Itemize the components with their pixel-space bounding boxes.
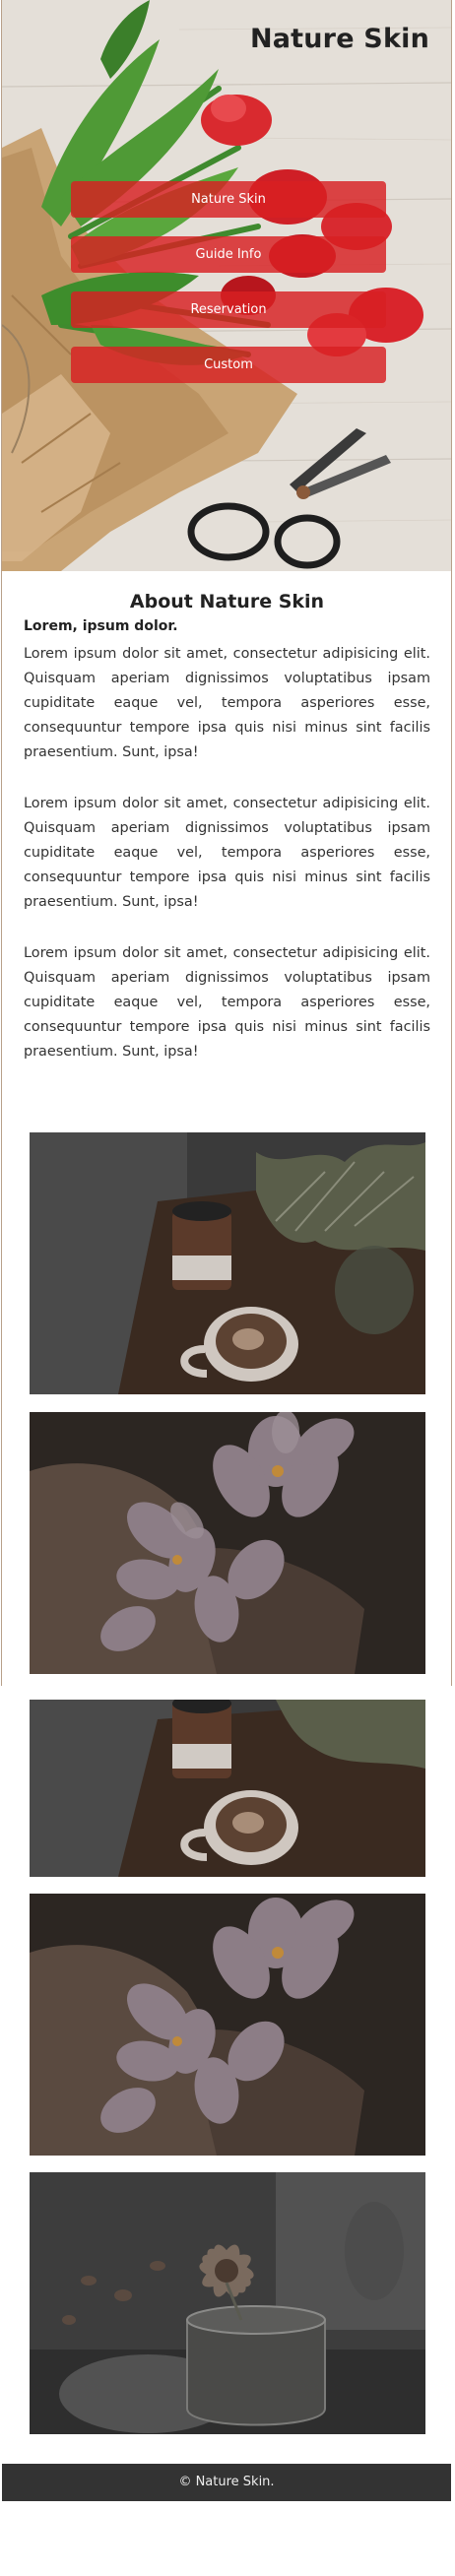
about-paragraph: Lorem ipsum dolor sit amet, consectetur … xyxy=(24,796,430,910)
hero-section: Nature Skin Nature Skin Guide Info Reser… xyxy=(2,0,451,571)
footer-copyright: © Nature Skin. xyxy=(178,2475,275,2489)
about-title: About Nature Skin xyxy=(129,591,325,612)
about-paragraph: Lorem ipsum dolor sit amet, consectetur … xyxy=(24,646,430,760)
menu-button-reservation[interactable]: Reservation xyxy=(71,291,386,328)
about-subtitle: Lorem, ipsum dolor. xyxy=(24,618,178,634)
gallery-photo-coffee-plant xyxy=(30,1700,425,1877)
gallery-photo-dried-flower-glass xyxy=(30,2172,425,2434)
gallery-photo-coffee-plant xyxy=(30,1132,425,1394)
about-section: About Nature Skin Lorem, ipsum dolor. Lo… xyxy=(24,591,430,1091)
menu-button-nature-skin[interactable]: Nature Skin xyxy=(71,181,386,218)
about-paragraph: Lorem ipsum dolor sit amet, consectetur … xyxy=(24,945,430,1060)
footer: © Nature Skin. xyxy=(2,2464,451,2501)
gallery-photo-crocus-flowers xyxy=(30,1894,425,2156)
menu-button-guide-info[interactable]: Guide Info xyxy=(71,236,386,273)
site-title: Nature Skin xyxy=(249,24,429,54)
gallery-photo-crocus-flowers xyxy=(30,1412,425,1674)
menu-button-custom[interactable]: Custom xyxy=(71,347,386,383)
main-menu: Nature Skin Guide Info Reservation Custo… xyxy=(71,181,386,402)
